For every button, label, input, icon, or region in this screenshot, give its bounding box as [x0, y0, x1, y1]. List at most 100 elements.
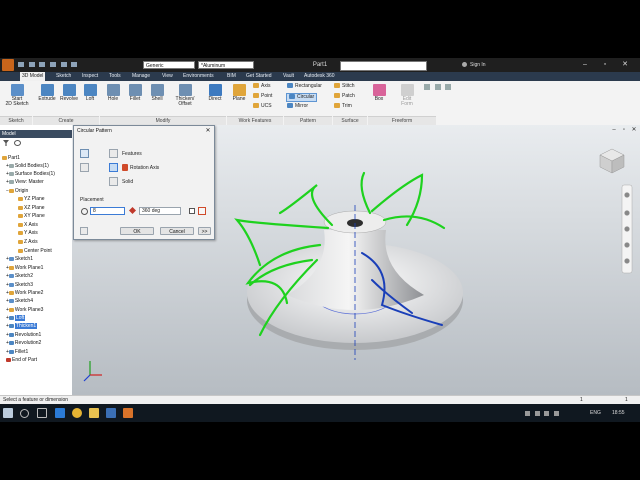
tree-item-work-plane2[interactable]: + Work Plane2: [6, 290, 43, 296]
tree-item-center-point[interactable]: Center Point: [18, 248, 52, 254]
viewport-close-button[interactable]: ✕: [630, 127, 638, 133]
language-indicator[interactable]: ENG: [590, 409, 601, 417]
tab-vault[interactable]: Vault: [281, 72, 296, 81]
tree-item-sketch1[interactable]: + Sketch1: [6, 256, 33, 262]
tab-tools[interactable]: Tools: [107, 72, 123, 81]
features-selector-button[interactable]: [109, 149, 118, 158]
find-icon[interactable]: [14, 140, 21, 146]
angle-field[interactable]: 360 deg: [139, 207, 181, 215]
edge-icon[interactable]: [55, 408, 65, 418]
cancel-button[interactable]: Cancel: [160, 227, 194, 235]
system-tray-icons[interactable]: [525, 411, 577, 416]
stitch-button[interactable]: Stitch: [334, 83, 355, 90]
tree-item-origin[interactable]: − Origin: [6, 188, 28, 194]
extrude-button[interactable]: Extrude: [36, 84, 58, 102]
material-selector[interactable]: *Aluminum: [198, 61, 254, 69]
start-sketch-button[interactable]: Start 2D Sketch: [3, 84, 31, 107]
dialog-close-button[interactable]: ✕: [204, 127, 212, 135]
user-icon: [462, 62, 467, 67]
maximize-button[interactable]: ▫: [600, 60, 610, 70]
occurrence-count-field[interactable]: 8: [90, 207, 125, 215]
tree-item-revolution2[interactable]: + Revolution2: [6, 340, 41, 346]
search-input[interactable]: [340, 61, 427, 71]
tree-item-sketch3[interactable]: + Sketch3: [6, 282, 33, 288]
trim-button[interactable]: Trim: [334, 103, 352, 110]
direct-button[interactable]: Direct: [204, 84, 226, 102]
tree-item-xy-plane[interactable]: XY Plane: [18, 213, 45, 219]
tab-manage[interactable]: Manage: [130, 72, 152, 81]
document-title: Part1: [312, 62, 328, 68]
tab-3d-model[interactable]: 3D Model: [20, 72, 46, 81]
edit-form-button[interactable]: Edit Form: [396, 84, 418, 107]
tree-item-work-plane3[interactable]: + Work Plane3: [6, 307, 43, 313]
shell-button[interactable]: Shell: [148, 84, 166, 102]
sign-in-link[interactable]: Sign In: [470, 60, 486, 70]
flip-direction-icon[interactable]: [198, 207, 206, 215]
box-button[interactable]: Box: [370, 84, 388, 102]
tree-item-fillet1[interactable]: + Fillet1: [6, 349, 28, 355]
tab-autodesk-360[interactable]: Autodesk 360: [302, 72, 337, 81]
tree-item-surface-bodies[interactable]: + Surface Bodies(1): [6, 171, 55, 177]
tab-bim[interactable]: BIM: [225, 72, 238, 81]
unity-icon[interactable]: [106, 408, 116, 418]
solid-selector-button[interactable]: [109, 177, 118, 186]
app-logo[interactable]: [2, 59, 14, 71]
tab-get-started[interactable]: Get Started: [244, 72, 274, 81]
fillet-button[interactable]: Fillet: [125, 84, 145, 102]
clock[interactable]: 18:55: [612, 409, 625, 417]
task-view-icon[interactable]: [37, 408, 47, 418]
viewport-minimize-button[interactable]: –: [610, 127, 618, 133]
tab-view[interactable]: View: [160, 72, 175, 81]
revolve-button[interactable]: Revolve: [58, 84, 80, 102]
close-button[interactable]: ✕: [620, 60, 630, 70]
rotation-axis-selector-button[interactable]: [109, 163, 118, 172]
hole-button[interactable]: Hole: [104, 84, 122, 102]
help-icon[interactable]: [80, 227, 88, 235]
more-options-button[interactable]: >>: [198, 227, 211, 235]
tab-environments[interactable]: Environments: [181, 72, 216, 81]
tree-item-revolution1[interactable]: + Revolution1: [6, 332, 41, 338]
circular-pattern-button[interactable]: Circular: [286, 93, 318, 102]
tree-item-y-axis[interactable]: Y Axis: [18, 230, 38, 236]
tree-item-end-of-part[interactable]: End of Part: [6, 357, 37, 363]
tree-item-thicken1[interactable]: + Thicken1: [6, 323, 38, 329]
rectangular-pattern-button[interactable]: Rectangular: [287, 83, 322, 90]
inventor-icon[interactable]: [123, 408, 133, 418]
tree-item-sketch4[interactable]: + Sketch4: [6, 298, 33, 304]
mirror-button[interactable]: Mirror: [287, 103, 308, 110]
tree-item-view-master[interactable]: + View: Master: [6, 179, 44, 185]
tree-item-part1[interactable]: Part1: [2, 155, 20, 161]
axis-button[interactable]: Axis: [253, 83, 270, 90]
tree-item-z-axis[interactable]: Z Axis: [18, 239, 38, 245]
tab-inspect[interactable]: Inspect: [80, 72, 100, 81]
ok-button[interactable]: OK: [120, 227, 154, 235]
tree-item-sketch2[interactable]: + Sketch2: [6, 273, 33, 279]
axis-flip-icon[interactable]: [122, 164, 128, 171]
ucs-button[interactable]: UCS: [253, 103, 272, 110]
point-button[interactable]: Point: [253, 93, 272, 100]
midplane-checkbox[interactable]: [189, 208, 195, 214]
chrome-icon[interactable]: [72, 408, 82, 418]
minimize-button[interactable]: –: [580, 60, 590, 70]
filter-icon[interactable]: [3, 140, 9, 146]
tree-item-loft[interactable]: + Loft: [6, 315, 26, 321]
search-icon[interactable]: [20, 409, 29, 418]
ribbon-extra-icons[interactable]: [424, 84, 456, 91]
style-selector[interactable]: Generic: [143, 61, 195, 69]
tree-item-solid-bodies[interactable]: + Solid Bodies(1): [6, 163, 49, 169]
thicken-offset-button[interactable]: Thicken/ Offset: [170, 84, 200, 107]
sketch-icon: [10, 84, 24, 96]
file-explorer-icon[interactable]: [89, 408, 99, 418]
tab-sketch[interactable]: Sketch: [54, 72, 73, 81]
pattern-solids-tab[interactable]: [80, 149, 89, 158]
patch-button[interactable]: Patch: [334, 93, 355, 100]
tree-item-work-plane1[interactable]: + Work Plane1: [6, 265, 43, 271]
loft-button[interactable]: Loft: [81, 84, 99, 102]
viewport-maximize-button[interactable]: ▫: [620, 127, 628, 133]
tree-item-yz-plane[interactable]: YZ Plane: [18, 196, 45, 202]
tree-item-xz-plane[interactable]: XZ Plane: [18, 205, 45, 211]
plane-button[interactable]: Plane: [229, 84, 249, 102]
pattern-bodies-tab[interactable]: [80, 163, 89, 172]
tree-item-x-axis[interactable]: X Axis: [18, 222, 38, 228]
windows-start-icon[interactable]: [3, 408, 13, 418]
